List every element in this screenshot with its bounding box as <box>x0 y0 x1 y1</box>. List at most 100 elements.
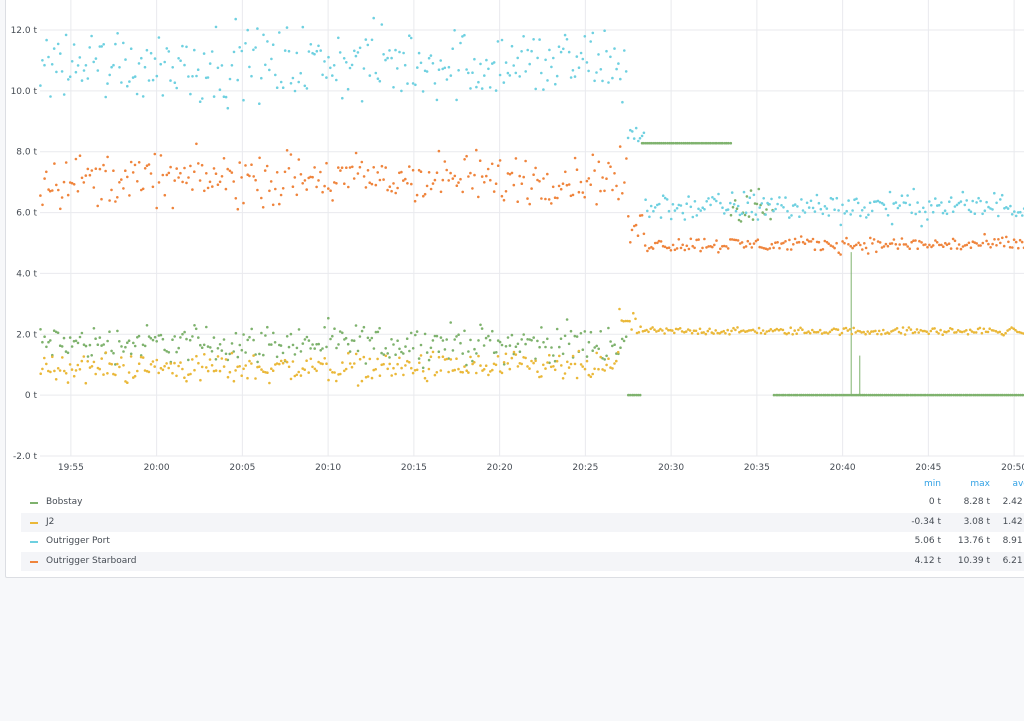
data-point-bobstay[interactable] <box>376 330 380 334</box>
data-point-outrigger-port[interactable] <box>380 23 384 26</box>
data-point-outrigger-port[interactable] <box>882 203 886 206</box>
data-point-outrigger-port[interactable] <box>977 196 980 200</box>
data-point-bobstay[interactable] <box>597 347 600 351</box>
data-point-outrigger-port[interactable] <box>665 198 669 201</box>
data-point-outrigger-port[interactable] <box>232 50 236 54</box>
data-point-outrigger-port[interactable] <box>145 48 149 52</box>
data-point-outrigger-starboard[interactable] <box>167 171 171 175</box>
data-point-outrigger-port[interactable] <box>100 45 103 48</box>
data-point-bobstay[interactable] <box>275 355 279 359</box>
data-point-outrigger-port[interactable] <box>734 209 738 213</box>
data-point-outrigger-starboard[interactable] <box>244 164 247 167</box>
data-point-j2[interactable] <box>353 362 356 365</box>
data-point-outrigger-port[interactable] <box>226 106 230 110</box>
data-point-outrigger-starboard[interactable] <box>789 248 793 251</box>
data-point-outrigger-port[interactable] <box>884 207 888 211</box>
data-point-j2[interactable] <box>487 373 490 377</box>
data-point-outrigger-starboard[interactable] <box>331 199 334 202</box>
data-point-bobstay[interactable] <box>479 323 482 327</box>
data-point-bobstay[interactable] <box>90 354 93 357</box>
data-point-outrigger-port[interactable] <box>540 71 543 75</box>
data-point-outrigger-port[interactable] <box>408 34 411 37</box>
data-point-outrigger-port[interactable] <box>394 48 397 52</box>
data-point-j2[interactable] <box>285 360 289 364</box>
data-point-outrigger-port[interactable] <box>965 199 968 202</box>
data-point-bobstay[interactable] <box>609 340 612 343</box>
data-point-outrigger-port[interactable] <box>171 66 174 69</box>
data-point-outrigger-port[interactable] <box>981 212 984 216</box>
data-point-bobstay[interactable] <box>445 338 449 341</box>
data-point-outrigger-starboard[interactable] <box>1008 246 1012 249</box>
data-point-outrigger-starboard[interactable] <box>947 242 951 245</box>
data-point-outrigger-starboard[interactable] <box>667 246 671 249</box>
data-point-outrigger-port[interactable] <box>601 79 604 83</box>
data-point-j2[interactable] <box>149 363 153 366</box>
data-point-j2[interactable] <box>333 371 336 374</box>
data-point-outrigger-starboard[interactable] <box>216 183 220 186</box>
data-point-j2[interactable] <box>581 365 584 368</box>
data-point-outrigger-port[interactable] <box>788 216 791 219</box>
data-point-outrigger-starboard[interactable] <box>256 188 259 192</box>
data-point-j2[interactable] <box>270 367 273 371</box>
data-point-outrigger-port[interactable] <box>329 66 332 70</box>
data-point-outrigger-starboard[interactable] <box>159 154 163 157</box>
data-point-outrigger-starboard[interactable] <box>483 181 486 184</box>
data-point-j2[interactable] <box>347 351 350 355</box>
data-point-bobstay[interactable] <box>567 342 571 346</box>
data-point-outrigger-starboard[interactable] <box>510 171 514 175</box>
data-point-outrigger-starboard[interactable] <box>985 239 988 243</box>
data-point-outrigger-port[interactable] <box>726 208 730 211</box>
data-point-outrigger-port[interactable] <box>928 200 931 203</box>
data-point-j2[interactable] <box>704 332 708 336</box>
data-point-outrigger-port[interactable] <box>798 215 801 218</box>
data-point-j2[interactable] <box>348 362 352 365</box>
series-name[interactable]: Outrigger Port <box>46 532 110 552</box>
data-point-outrigger-port[interactable] <box>485 58 488 62</box>
data-point-j2[interactable] <box>260 368 263 371</box>
data-point-j2[interactable] <box>848 328 852 331</box>
data-point-outrigger-starboard[interactable] <box>908 247 911 250</box>
data-point-bobstay[interactable] <box>270 343 273 346</box>
data-point-outrigger-starboard[interactable] <box>627 215 630 218</box>
data-point-bobstay[interactable] <box>360 329 364 333</box>
data-point-outrigger-starboard[interactable] <box>516 200 519 203</box>
data-point-outrigger-port[interactable] <box>350 63 354 67</box>
data-point-outrigger-port[interactable] <box>271 43 275 46</box>
data-point-bobstay[interactable] <box>132 341 135 345</box>
data-point-outrigger-starboard[interactable] <box>427 171 431 174</box>
data-point-outrigger-starboard[interactable] <box>811 237 815 241</box>
data-point-outrigger-starboard[interactable] <box>179 171 182 175</box>
data-point-outrigger-port[interactable] <box>45 38 48 42</box>
data-point-j2[interactable] <box>899 331 903 335</box>
data-point-outrigger-starboard[interactable] <box>542 177 545 180</box>
data-point-outrigger-port[interactable] <box>173 81 177 84</box>
data-point-outrigger-starboard[interactable] <box>498 159 502 162</box>
data-point-outrigger-starboard[interactable] <box>849 244 852 248</box>
data-point-j2[interactable] <box>791 333 794 336</box>
data-point-outrigger-starboard[interactable] <box>502 198 506 202</box>
data-point-bobstay[interactable] <box>106 339 109 343</box>
data-point-outrigger-starboard[interactable] <box>995 244 998 247</box>
data-point-outrigger-starboard[interactable] <box>486 167 490 171</box>
data-point-bobstay[interactable] <box>214 358 218 361</box>
data-point-j2[interactable] <box>978 326 982 330</box>
data-point-outrigger-starboard[interactable] <box>66 193 70 197</box>
data-point-outrigger-starboard[interactable] <box>408 165 411 168</box>
data-point-outrigger-starboard[interactable] <box>218 180 222 184</box>
data-point-bobstay[interactable] <box>769 217 772 221</box>
data-point-outrigger-port[interactable] <box>86 77 90 80</box>
data-point-outrigger-starboard[interactable] <box>955 247 959 250</box>
data-point-j2[interactable] <box>469 355 472 359</box>
data-point-j2[interactable] <box>200 365 204 369</box>
data-point-outrigger-port[interactable] <box>437 68 441 71</box>
data-point-bobstay[interactable] <box>341 331 344 335</box>
data-point-bobstay[interactable] <box>411 347 415 350</box>
data-point-outrigger-port[interactable] <box>542 88 545 91</box>
data-point-j2[interactable] <box>222 365 226 368</box>
data-point-outrigger-port[interactable] <box>538 38 541 41</box>
data-point-outrigger-port[interactable] <box>147 79 151 82</box>
data-point-j2[interactable] <box>569 362 573 366</box>
data-point-outrigger-starboard[interactable] <box>715 239 718 242</box>
data-point-outrigger-port[interactable] <box>224 95 228 99</box>
data-point-outrigger-starboard[interactable] <box>339 169 342 172</box>
